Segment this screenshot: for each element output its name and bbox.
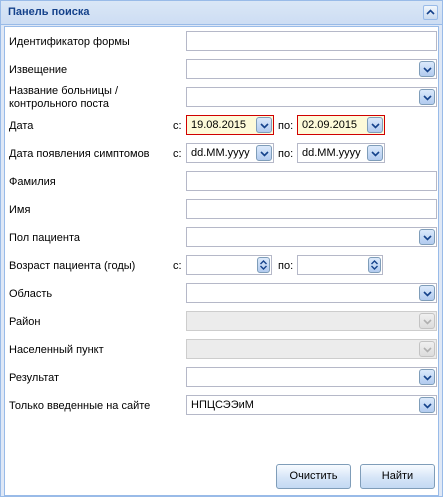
date-to-trigger[interactable] bbox=[367, 117, 383, 133]
hospital-label-line2: контрольного поста bbox=[9, 98, 110, 110]
panel-title: Панель поиска bbox=[8, 6, 90, 18]
hospital-dropdown-trigger[interactable] bbox=[419, 89, 435, 105]
age-from-label: с: bbox=[173, 260, 182, 272]
chevron-down-icon bbox=[260, 123, 269, 129]
surname-input[interactable] bbox=[186, 171, 437, 191]
chevron-down-icon bbox=[423, 291, 432, 297]
result-combo[interactable] bbox=[186, 367, 437, 387]
spinner-icon bbox=[371, 260, 378, 270]
notice-label: Извещение bbox=[9, 64, 68, 76]
find-button[interactable]: Найти bbox=[360, 464, 435, 489]
age-to-spinner-trigger[interactable] bbox=[368, 257, 381, 273]
chevron-down-icon bbox=[423, 67, 432, 73]
panel-header: Панель поиска bbox=[1, 1, 442, 25]
date-from-trigger[interactable] bbox=[256, 117, 272, 133]
date-to-label: по: bbox=[278, 120, 294, 132]
chevron-down-icon bbox=[423, 235, 432, 241]
search-panel: Панель поиска Идентификатор формы Извеще… bbox=[0, 0, 443, 497]
site-only-label: Только введенные на сайте bbox=[9, 400, 151, 412]
symptom-date-to-trigger[interactable] bbox=[367, 145, 383, 161]
result-dropdown-trigger[interactable] bbox=[419, 369, 435, 385]
name-input[interactable] bbox=[186, 199, 437, 219]
chevron-down-icon bbox=[423, 375, 432, 381]
date-to-field[interactable]: 02.09.2015 bbox=[297, 115, 385, 135]
date-label: Дата bbox=[9, 120, 34, 132]
symptom-date-from-label: с: bbox=[173, 148, 182, 160]
region-combo[interactable] bbox=[186, 283, 437, 303]
age-label: Возраст пациента (годы) bbox=[9, 260, 136, 272]
symptom-date-to-label: по: bbox=[278, 148, 294, 160]
district-label: Район bbox=[9, 316, 41, 328]
hospital-combo[interactable] bbox=[186, 87, 437, 107]
notice-combo[interactable] bbox=[186, 59, 437, 79]
chevron-down-icon bbox=[423, 95, 432, 101]
chevron-down-icon bbox=[371, 151, 380, 157]
age-to-label: по: bbox=[278, 260, 294, 272]
date-from-label: с: bbox=[173, 120, 182, 132]
region-label: Область bbox=[9, 288, 53, 300]
symptom-date-from-trigger[interactable] bbox=[256, 145, 272, 161]
age-from-spinner-trigger[interactable] bbox=[257, 257, 270, 273]
chevron-up-icon bbox=[426, 9, 435, 15]
age-to-spinner[interactable] bbox=[297, 255, 383, 275]
site-only-dropdown-trigger[interactable] bbox=[419, 397, 435, 413]
panel-body: Идентификатор формы Извещение Название б… bbox=[4, 26, 439, 496]
notice-dropdown-trigger[interactable] bbox=[419, 61, 435, 77]
sex-dropdown-trigger[interactable] bbox=[419, 229, 435, 245]
surname-label: Фамилия bbox=[9, 176, 56, 188]
symptom-date-to-field[interactable]: dd.MM.yyyy bbox=[297, 143, 385, 163]
symptom-date-label: Дата появления симптомов bbox=[9, 148, 150, 160]
sex-combo[interactable] bbox=[186, 227, 437, 247]
chevron-down-icon bbox=[423, 403, 432, 409]
district-dropdown-trigger bbox=[419, 313, 435, 329]
locality-combo bbox=[186, 339, 437, 359]
sex-label: Пол пациента bbox=[9, 232, 81, 244]
chevron-down-icon bbox=[423, 319, 432, 325]
result-label: Результат bbox=[9, 372, 60, 384]
district-combo bbox=[186, 311, 437, 331]
region-dropdown-trigger[interactable] bbox=[419, 285, 435, 301]
chevron-down-icon bbox=[371, 123, 380, 129]
form-id-input[interactable] bbox=[186, 31, 437, 51]
locality-label: Населенный пункт bbox=[9, 344, 104, 356]
name-label: Имя bbox=[9, 204, 31, 216]
locality-dropdown-trigger bbox=[419, 341, 435, 357]
spinner-icon bbox=[260, 260, 267, 270]
collapse-button[interactable] bbox=[423, 5, 438, 20]
form-id-label: Идентификатор формы bbox=[9, 36, 130, 48]
clear-button[interactable]: Очистить bbox=[276, 464, 351, 489]
date-from-field[interactable]: 19.08.2015 bbox=[186, 115, 274, 135]
hospital-label-line1: Название больницы / bbox=[9, 85, 119, 97]
chevron-down-icon bbox=[423, 347, 432, 353]
symptom-date-from-field[interactable]: dd.MM.yyyy bbox=[186, 143, 274, 163]
chevron-down-icon bbox=[260, 151, 269, 157]
site-only-combo[interactable]: НПЦСЭЭиМ bbox=[186, 395, 437, 415]
age-from-spinner[interactable] bbox=[186, 255, 272, 275]
